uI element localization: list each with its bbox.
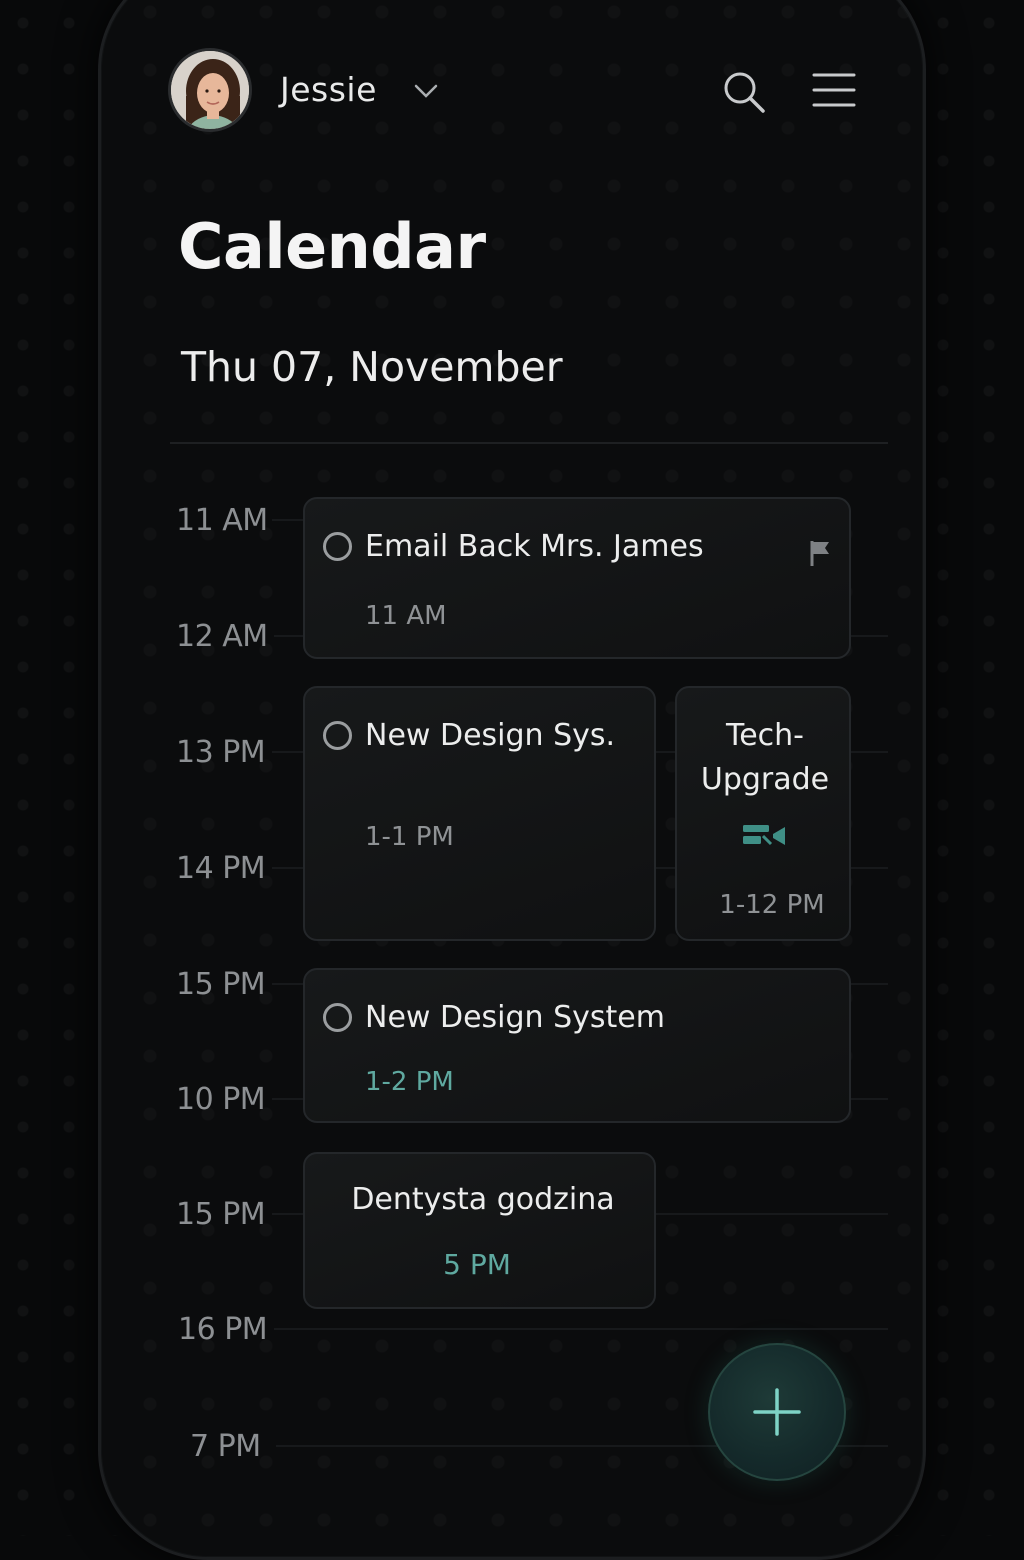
event-time: 1-12 PM (719, 890, 825, 920)
hamburger-menu-icon[interactable] (812, 72, 856, 108)
hour-label: 15 PM (176, 1197, 266, 1232)
hour-label: 11 AM (176, 503, 268, 538)
page-title: Calendar (178, 210, 486, 283)
event-time: 1-1 PM (365, 822, 454, 852)
video-call-icon (741, 822, 787, 854)
complete-checkbox[interactable] (323, 721, 352, 750)
event-title: New Design Sys. (365, 718, 616, 753)
event-card[interactable]: Email Back Mrs. James 11 AM (303, 497, 851, 659)
search-icon[interactable] (720, 68, 768, 116)
current-date[interactable]: Thu 07, November (181, 343, 563, 391)
event-title-line: Upgrade (700, 762, 830, 797)
plus-icon (753, 1388, 801, 1436)
hour-label: 12 AM (176, 619, 268, 654)
user-name[interactable]: Jessie (280, 70, 377, 109)
event-card[interactable]: New Design System 1-2 PM (303, 968, 851, 1123)
hour-label: 7 PM (190, 1429, 261, 1464)
user-avatar[interactable] (168, 48, 252, 132)
hour-label: 14 PM (176, 851, 266, 886)
event-time: 11 AM (365, 601, 447, 631)
event-card[interactable]: New Design Sys. 1-1 PM (303, 686, 656, 941)
hour-label: 16 PM (178, 1312, 268, 1347)
event-card[interactable]: Tech- Upgrade 1-12 PM (675, 686, 851, 941)
event-title-line: Tech- (725, 718, 805, 753)
hour-label: 15 PM (176, 967, 266, 1002)
event-title: New Design System (365, 1000, 665, 1035)
hour-label: 13 PM (176, 735, 266, 770)
event-title: Dentysta godzina (351, 1182, 615, 1217)
event-time: 1-2 PM (365, 1067, 454, 1097)
event-time: 5 PM (443, 1248, 511, 1281)
complete-checkbox[interactable] (323, 532, 352, 561)
add-event-button[interactable] (708, 1343, 846, 1481)
hour-label: 10 PM (176, 1082, 266, 1117)
chevron-down-icon[interactable] (412, 80, 440, 102)
divider (170, 442, 888, 444)
flag-icon[interactable] (809, 539, 831, 571)
event-card[interactable]: Dentysta godzina 5 PM (303, 1152, 656, 1309)
complete-checkbox[interactable] (323, 1003, 352, 1032)
event-title: Email Back Mrs. James (365, 529, 704, 564)
